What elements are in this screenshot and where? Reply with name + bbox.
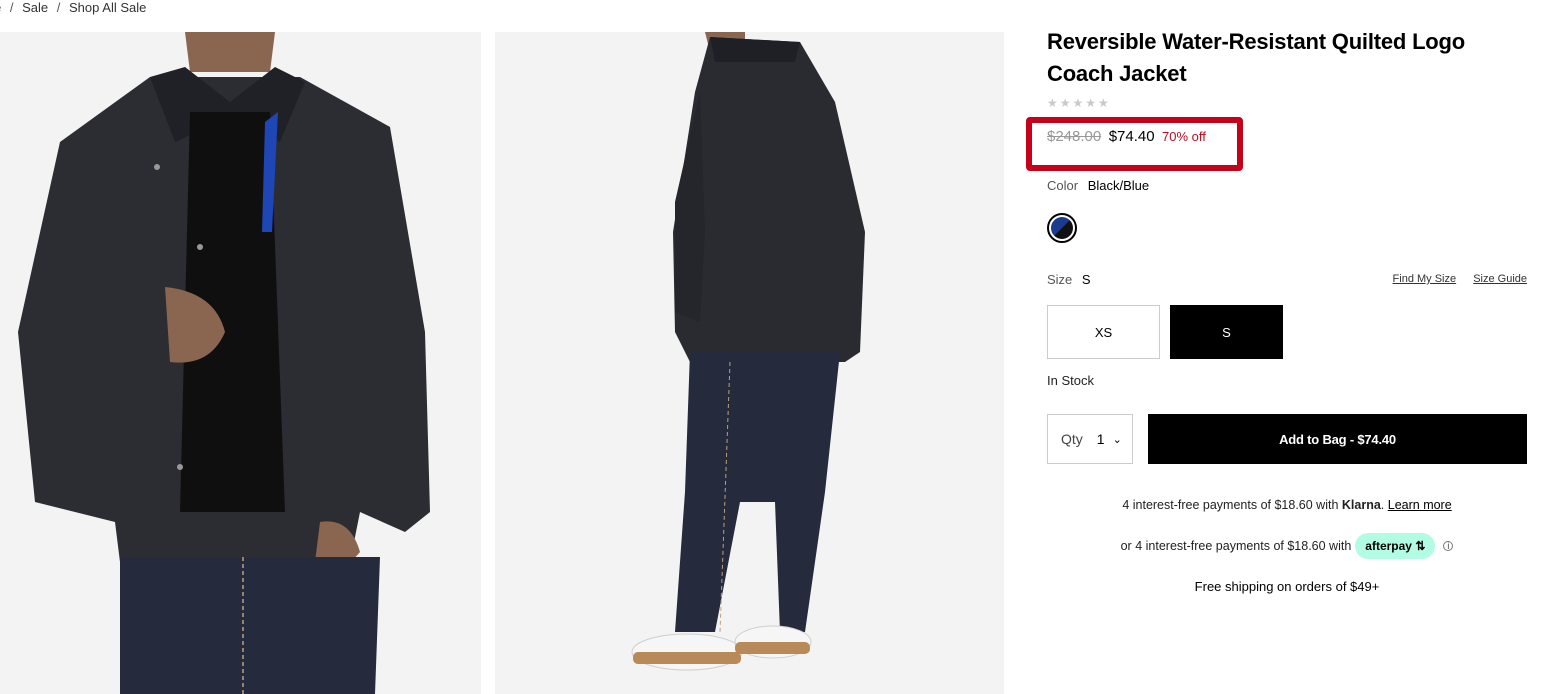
swatch-fill	[1051, 217, 1073, 239]
breadcrumb-separator: /	[9, 0, 14, 15]
quantity-select[interactable]: Qty 1 ⌄	[1047, 414, 1133, 464]
size-links: Find My Size Size Guide	[1379, 273, 1527, 285]
info-icon[interactable]: i	[1443, 541, 1454, 552]
breadcrumb: e / Sale / Shop All Sale	[0, 0, 146, 15]
shipping-message: Free shipping on orders of $49+	[1194, 579, 1380, 594]
klarna-text: 4 interest-free payments of $18.60 with	[1122, 498, 1339, 512]
afterpay-message: or 4 interest-free payments of $18.60 wi…	[1047, 533, 1527, 559]
jacket-front-illustration	[0, 32, 481, 694]
color-value: Black/Blue	[1087, 178, 1150, 193]
color-row: Color Black/Blue	[1047, 178, 1149, 193]
qty-value: 1	[1096, 431, 1105, 447]
size-row: Size S Find My Size Size Guide	[1047, 272, 1527, 287]
chevron-down-icon: ⌄	[1112, 433, 1122, 446]
size-option-xs[interactable]: XS	[1047, 305, 1160, 359]
breadcrumb-home[interactable]: e	[0, 0, 1, 15]
breadcrumb-separator: /	[56, 0, 61, 15]
add-to-bag-button[interactable]: Add to Bag - $74.40	[1148, 414, 1527, 464]
color-swatch-black-blue[interactable]	[1047, 213, 1077, 243]
size-option-s[interactable]: S	[1170, 305, 1283, 359]
klarna-message: 4 interest-free payments of $18.60 with …	[1122, 498, 1452, 512]
afterpay-brand: afterpay	[1365, 539, 1412, 553]
breadcrumb-shop-all-sale[interactable]: Shop All Sale	[69, 0, 146, 15]
size-value: S	[1081, 272, 1091, 287]
stock-status: In Stock	[1047, 373, 1094, 388]
size-label: Size	[1047, 272, 1073, 287]
klarna-logo: Klarna	[1341, 498, 1381, 512]
afterpay-logo: afterpay ⇅	[1355, 533, 1436, 559]
product-title: Reversible Water-Resistant Quilted Logo …	[1047, 29, 1466, 86]
afterpay-text: or 4 interest-free payments of $18.60 wi…	[1120, 539, 1352, 553]
product-details: Reversible Water-Resistant Quilted Logo …	[1047, 26, 1527, 594]
qty-label: Qty	[1061, 431, 1083, 447]
size-guide-link[interactable]: Size Guide	[1473, 273, 1527, 285]
price-highlight-annotation	[1026, 117, 1243, 171]
jacket-back-illustration	[495, 32, 1004, 694]
breadcrumb-sale[interactable]: Sale	[22, 0, 48, 15]
klarna-learn-more-link[interactable]: Learn more	[1388, 498, 1452, 512]
rating-stars[interactable]: ★★★★★	[1047, 96, 1111, 110]
find-my-size-link[interactable]: Find My Size	[1393, 273, 1457, 285]
color-label: Color	[1047, 178, 1079, 193]
product-image-front[interactable]	[0, 32, 481, 694]
product-image-back[interactable]	[495, 32, 1004, 694]
